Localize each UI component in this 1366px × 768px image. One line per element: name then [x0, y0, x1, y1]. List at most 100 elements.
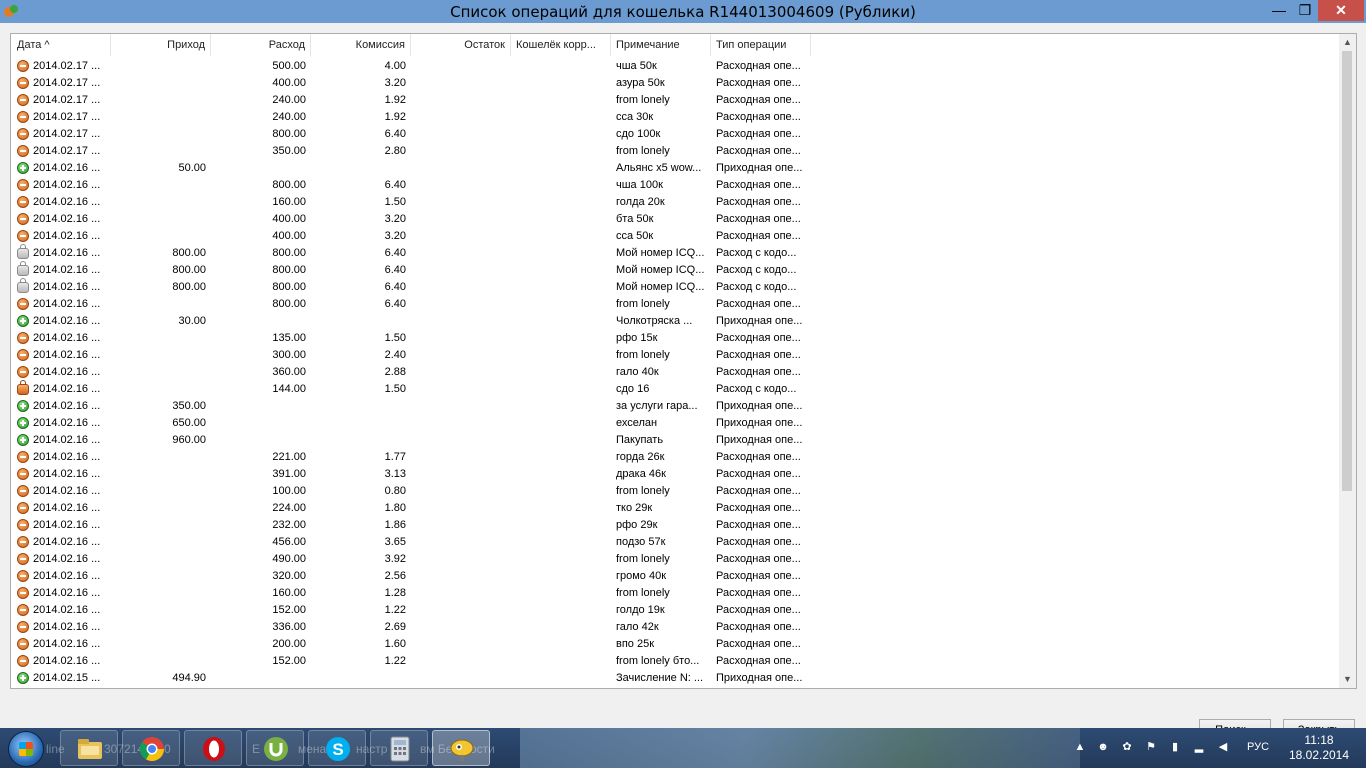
table-row[interactable]: 2014.02.16 ... 800.00 800.00 6.40 Мой номер …: [11, 244, 1339, 262]
cell-note: from lonely бто...: [616, 655, 700, 667]
table-row[interactable]: 2014.02.16 ... 400.00 3.20 сса 50к Расходная…: [11, 228, 1339, 245]
table-row[interactable]: 2014.02.16 ... 456.00 3.65 подзо 57к Расходн…: [11, 534, 1339, 551]
webmoney-tray-icon[interactable]: ☻: [1096, 740, 1110, 754]
taskbar-calculator[interactable]: [370, 730, 428, 766]
show-hidden-icons-icon[interactable]: ▲: [1073, 740, 1087, 754]
cell-out: 500.00: [272, 60, 306, 72]
cell-fee: 6.40: [384, 298, 406, 310]
language-indicator[interactable]: РУС: [1247, 741, 1269, 753]
vertical-scrollbar[interactable]: ▲ ▼: [1339, 34, 1356, 688]
table-row[interactable]: 2014.02.16 ... 800.00 6.40 чша 100к Расходна…: [11, 177, 1339, 194]
close-window-button[interactable]: ✕: [1318, 0, 1364, 21]
maximize-button[interactable]: ❐: [1292, 0, 1318, 21]
list-header: Дата ^ Приход Расход Комиссия Остаток Кошелёк…: [11, 34, 1339, 56]
cell-type: Расход с кодо...: [716, 281, 797, 293]
taskbar-opera[interactable]: [184, 730, 242, 766]
table-row[interactable]: 2014.02.17 ... 350.00 2.80 from lonely Расхо…: [11, 143, 1339, 160]
scroll-down-icon[interactable]: ▼: [1339, 671, 1356, 688]
cell-date: 2014.02.16 ...: [33, 587, 101, 599]
flag-icon[interactable]: ⚑: [1144, 740, 1158, 754]
table-row[interactable]: 2014.02.16 ... 224.00 1.80 тко 29к Расходная…: [11, 500, 1339, 517]
table-row[interactable]: 2014.02.16 ... 960.00 Пакупать Приходная оп…: [11, 432, 1339, 449]
table-row[interactable]: 2014.02.16 ... 160.00 1.28 from lonely Расхо…: [11, 585, 1339, 602]
table-row[interactable]: 2014.02.16 ... 221.00 1.77 горда 26к Расходн…: [11, 449, 1339, 466]
cell-note: from lonely: [616, 349, 670, 361]
column-header-out[interactable]: Расход: [211, 34, 311, 56]
cell-type: Расходная опе...: [716, 332, 801, 344]
taskbar-explorer[interactable]: [60, 730, 118, 766]
table-row[interactable]: 2014.02.16 ... 200.00 1.60 впо 25к Расходная…: [11, 636, 1339, 653]
cell-date: 2014.02.16 ...: [33, 366, 101, 378]
taskbar-skype[interactable]: S: [308, 730, 366, 766]
minimize-button[interactable]: —: [1266, 0, 1292, 21]
cell-note: сса 50к: [616, 230, 654, 242]
cell-wal: [511, 466, 611, 483]
table-row[interactable]: 2014.02.17 ... 500.00 4.00 чша 50к Расходная…: [11, 58, 1339, 75]
cell-fee: 2.88: [384, 366, 406, 378]
start-button-icon[interactable]: [8, 731, 44, 767]
column-header-in[interactable]: Приход: [111, 34, 211, 56]
table-row[interactable]: 2014.02.16 ... 100.00 0.80 from lonely Расхо…: [11, 483, 1339, 500]
cell-out: 490.00: [272, 553, 306, 565]
table-row[interactable]: 2014.02.16 ... 300.00 2.40 from lonely Расхо…: [11, 347, 1339, 364]
table-row[interactable]: 2014.02.17 ... 400.00 3.20 азура 50к Расходн…: [11, 75, 1339, 92]
table-row[interactable]: 2014.02.16 ... 800.00 800.00 6.40 Мой номер …: [11, 278, 1339, 296]
table-row[interactable]: 2014.02.15 ... 494.90 Зачисление N: ... При…: [11, 670, 1339, 687]
cell-date: 2014.02.16 ...: [33, 604, 101, 616]
table-row[interactable]: 2014.02.16 ... 350.00 за услуги гара... При…: [11, 398, 1339, 415]
table-row[interactable]: 2014.02.16 ... 400.00 3.20 бта 50к Расходная…: [11, 211, 1339, 228]
cell-type: Расходная опе...: [716, 485, 801, 497]
column-header-fee[interactable]: Комиссия: [311, 34, 411, 56]
operations-list[interactable]: Дата ^ Приход Расход Комиссия Остаток Кошелёк…: [10, 33, 1357, 689]
table-row[interactable]: 2014.02.16 ... 800.00 800.00 6.40 Мой номер …: [11, 261, 1339, 279]
table-row[interactable]: 2014.02.17 ... 800.00 6.40 сдо 100к Расходна…: [11, 126, 1339, 143]
webmoney-icon: [450, 739, 474, 761]
table-row[interactable]: 2014.02.16 ... 30.00 Чолкотряска ... Приход…: [11, 313, 1339, 330]
battery-icon[interactable]: ▮: [1168, 740, 1182, 754]
column-header-wal[interactable]: Кошелёк корр...: [511, 34, 611, 56]
table-row[interactable]: 2014.02.16 ... 391.00 3.13 драка 46к Расходн…: [11, 466, 1339, 483]
taskbar-utorrent[interactable]: [246, 730, 304, 766]
table-row[interactable]: 2014.02.16 ... 490.00 3.92 from lonely Расхо…: [11, 551, 1339, 568]
table-row[interactable]: 2014.02.16 ... 232.00 1.86 рфо 29к Расходная…: [11, 517, 1339, 534]
cell-fee: 2.40: [384, 349, 406, 361]
cell-out: 800.00: [272, 128, 306, 140]
column-header-bal[interactable]: Остаток: [411, 34, 511, 56]
taskbar-webmoney[interactable]: [432, 730, 490, 766]
table-row[interactable]: 2014.02.16 ... 50.00 Альянс x5 wow... Прихо…: [11, 160, 1339, 177]
column-header-note[interactable]: Примечание: [611, 34, 711, 56]
cell-note: за услуги гара...: [616, 400, 698, 412]
table-row[interactable]: 2014.02.16 ... 152.00 1.22 from lonely бто.…: [11, 653, 1339, 670]
table-row[interactable]: 2014.02.16 ... 160.00 1.50 голда 20к Расходн…: [11, 194, 1339, 211]
cell-date: 2014.02.16 ...: [33, 485, 101, 497]
android-tray-icon[interactable]: ✿: [1120, 740, 1134, 754]
cell-in: [111, 75, 211, 92]
cell-bal: [411, 653, 511, 670]
taskbar-chrome[interactable]: [122, 730, 180, 766]
table-row[interactable]: 2014.02.16 ... 336.00 2.69 гало 42к Расходна…: [11, 619, 1339, 636]
network-signal-icon[interactable]: ▂: [1192, 740, 1206, 754]
title-bar[interactable]: Список операций для кошелька R1440130046…: [0, 0, 1366, 23]
column-header-date[interactable]: Дата ^: [11, 34, 111, 56]
cell-date: 2014.02.16 ...: [33, 621, 101, 633]
table-row[interactable]: 2014.02.16 ... 144.00 1.50 сдо 16 Расход с к…: [11, 380, 1339, 398]
column-header-type[interactable]: Тип операции: [711, 34, 811, 56]
table-row[interactable]: 2014.02.16 ... 135.00 1.50 рфо 15к Расходная…: [11, 330, 1339, 347]
cell-wal: [511, 432, 611, 449]
table-row[interactable]: 2014.02.17 ... 240.00 1.92 сса 30к Расходная…: [11, 109, 1339, 126]
cell-in: 650.00: [172, 417, 206, 429]
table-row[interactable]: 2014.02.17 ... 240.00 1.92 from lonely Расхо…: [11, 92, 1339, 109]
scroll-thumb[interactable]: [1342, 51, 1352, 491]
table-row[interactable]: 2014.02.16 ... 650.00 ехселан Приходная опе…: [11, 415, 1339, 432]
table-row[interactable]: 2014.02.16 ... 800.00 6.40 from lonely Расхо…: [11, 296, 1339, 313]
cell-bal: [411, 313, 511, 330]
table-row[interactable]: 2014.02.16 ... 152.00 1.22 голдо 19к Расходн…: [11, 602, 1339, 619]
volume-icon[interactable]: ◀: [1216, 740, 1230, 754]
cell-out: 391.00: [272, 468, 306, 480]
clock[interactable]: 11:18 18.02.2014: [1284, 733, 1354, 763]
scroll-up-icon[interactable]: ▲: [1339, 34, 1356, 51]
taskbar: line 307214 0 E мена настр вм Безо ости …: [0, 728, 1366, 768]
table-row[interactable]: 2014.02.16 ... 360.00 2.88 гало 40к Расходна…: [11, 364, 1339, 381]
table-row[interactable]: 2014.02.16 ... 320.00 2.56 громо 40к Расходн…: [11, 568, 1339, 585]
cell-note: впо 25к: [616, 638, 655, 650]
